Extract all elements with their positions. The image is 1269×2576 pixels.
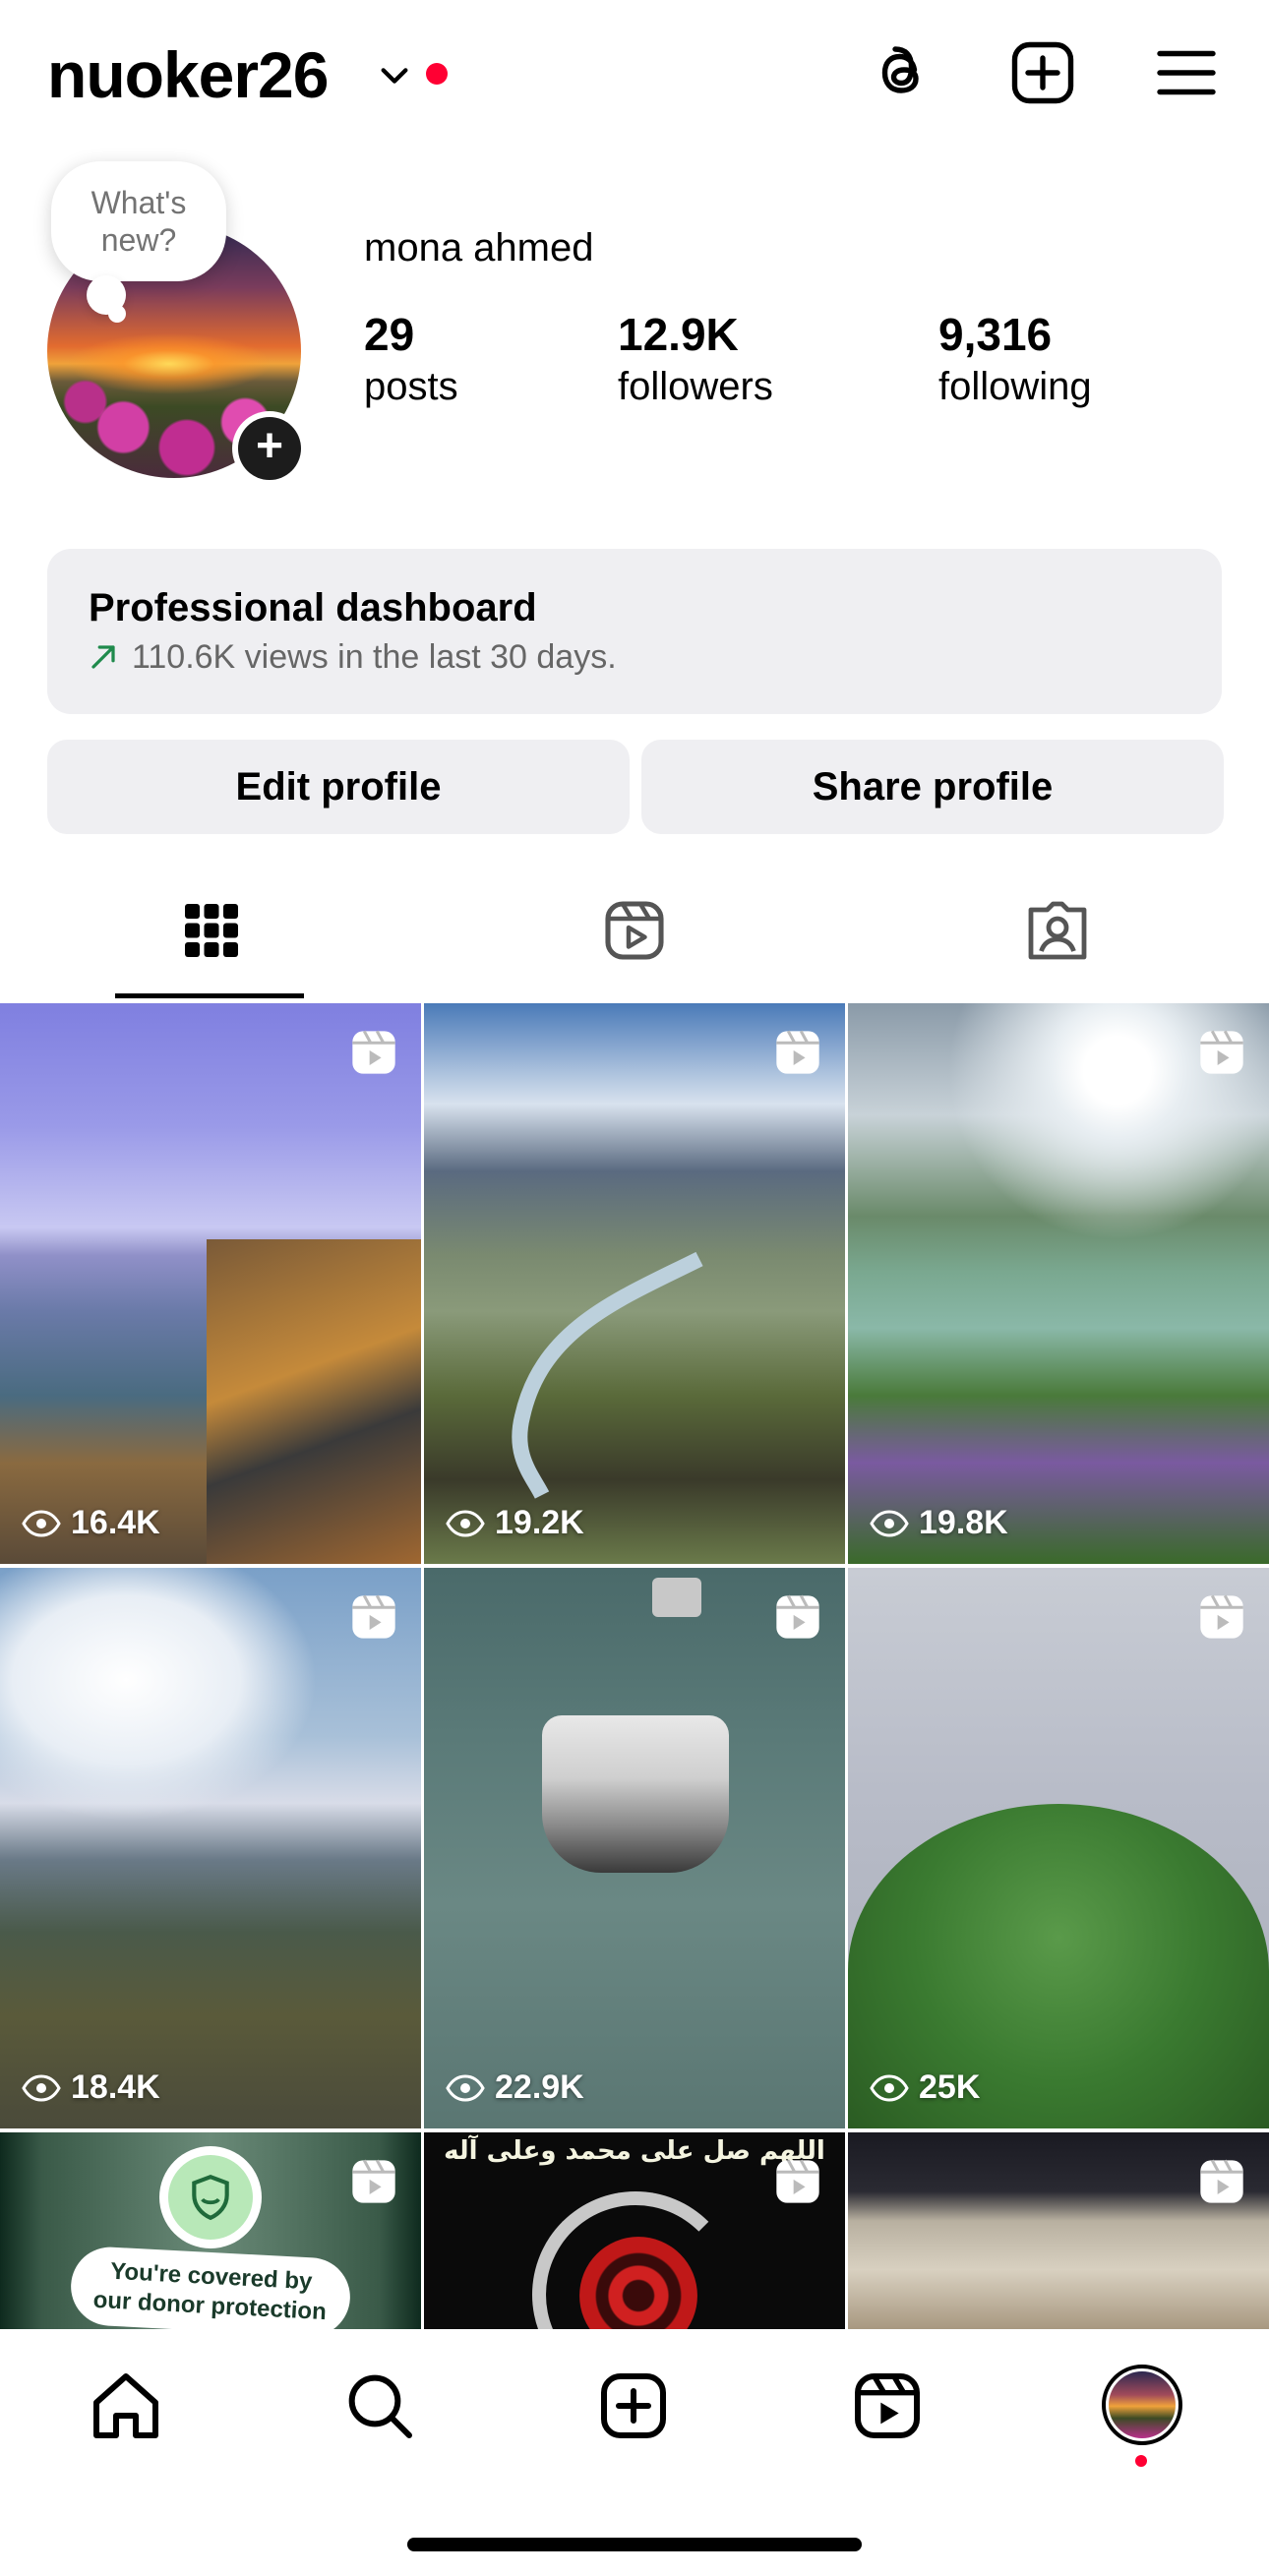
reel-badge-icon bbox=[352, 1030, 395, 1074]
reel-badge-icon bbox=[1200, 1594, 1243, 1639]
followers-count: 12.9K bbox=[618, 309, 739, 360]
account-username[interactable]: nuoker26 bbox=[47, 35, 329, 114]
tab-tagged[interactable] bbox=[846, 862, 1269, 999]
active-tab-indicator bbox=[115, 993, 304, 998]
profile-screen: nuoker26 + What's new? mona ahmed 29 pos… bbox=[0, 0, 1269, 2576]
view-count: 19.2K bbox=[446, 1504, 584, 1542]
view-count: 18.4K bbox=[22, 2068, 160, 2107]
profile-full-name: mona ahmed bbox=[364, 226, 594, 270]
tagged-icon bbox=[1028, 901, 1087, 960]
reel-badge-icon bbox=[1200, 1030, 1243, 1074]
share-profile-button[interactable]: Share profile bbox=[641, 740, 1224, 834]
dashboard-subtitle-row: 110.6K views in the last 30 days. bbox=[89, 635, 1180, 679]
tab-reels[interactable] bbox=[423, 862, 846, 999]
followers-stat[interactable]: 12.9K followers bbox=[618, 307, 773, 411]
post-thumbnail[interactable]: اللهم صل على محمد وعلى آله bbox=[424, 2132, 845, 2329]
tab-posts-grid[interactable] bbox=[0, 862, 423, 999]
view-count: 25K bbox=[870, 2068, 980, 2107]
search-icon[interactable] bbox=[340, 2366, 419, 2445]
grid-icon bbox=[185, 904, 238, 957]
top-bar: nuoker26 bbox=[0, 0, 1269, 148]
trend-up-icon bbox=[91, 645, 115, 669]
post-thumbnail[interactable]: 18.4K bbox=[0, 1568, 421, 2128]
post-thumbnail[interactable]: You're covered by our donor protection bbox=[0, 2132, 421, 2329]
posts-stat[interactable]: 29 posts bbox=[364, 307, 458, 411]
threads-icon[interactable] bbox=[866, 37, 937, 108]
notification-dot bbox=[426, 63, 448, 85]
following-stat[interactable]: 9,316 following bbox=[938, 307, 1092, 411]
view-count: 16.4K bbox=[22, 1504, 160, 1542]
reel-badge-icon bbox=[776, 1594, 819, 1639]
notification-dot bbox=[1135, 2455, 1147, 2467]
eye-icon bbox=[870, 1509, 909, 1537]
posts-label: posts bbox=[364, 365, 458, 408]
plus-icon: + bbox=[238, 417, 301, 480]
view-count: 22.9K bbox=[446, 2068, 584, 2107]
create-icon[interactable] bbox=[594, 2366, 673, 2445]
dashboard-title: Professional dashboard bbox=[89, 586, 537, 629]
shield-icon bbox=[192, 2174, 229, 2221]
followers-label: followers bbox=[618, 365, 773, 408]
post-thumbnail[interactable]: 19.2K bbox=[424, 1003, 845, 1564]
professional-dashboard-card[interactable]: Professional dashboard 110.6K views in t… bbox=[47, 549, 1222, 714]
bubble-tail-small bbox=[108, 305, 126, 323]
reel-badge-icon bbox=[776, 2159, 819, 2203]
reel-badge-icon bbox=[352, 1594, 395, 1639]
add-story-button[interactable]: + bbox=[232, 411, 307, 486]
home-indicator bbox=[407, 2538, 862, 2551]
eye-icon bbox=[22, 2073, 61, 2102]
reels-icon bbox=[605, 901, 664, 960]
home-icon[interactable] bbox=[87, 2366, 165, 2445]
following-label: following bbox=[938, 365, 1092, 408]
chevron-down-icon[interactable] bbox=[378, 59, 411, 92]
profile-avatar[interactable] bbox=[1102, 2365, 1182, 2445]
reels-icon[interactable] bbox=[848, 2366, 927, 2445]
post-thumbnail[interactable]: 22.9K bbox=[424, 1568, 845, 2128]
post-thumbnail[interactable] bbox=[848, 2132, 1269, 2329]
posts-count: 29 bbox=[364, 309, 415, 360]
reel-badge-icon bbox=[352, 2159, 395, 2203]
following-count: 9,316 bbox=[938, 309, 1053, 360]
view-count: 19.8K bbox=[870, 1504, 1008, 1542]
edit-profile-button[interactable]: Edit profile bbox=[47, 740, 630, 834]
eye-icon bbox=[22, 1509, 61, 1537]
protection-label: You're covered by our donor protection bbox=[69, 2245, 352, 2329]
post-thumbnail[interactable]: 25K bbox=[848, 1568, 1269, 2128]
eye-icon bbox=[446, 1509, 485, 1537]
shield-badge bbox=[159, 2146, 262, 2248]
dashboard-subtitle: 110.6K views in the last 30 days. bbox=[132, 638, 617, 676]
create-icon[interactable] bbox=[1007, 37, 1078, 108]
eye-icon bbox=[446, 2073, 485, 2102]
post-thumbnail[interactable]: 16.4K bbox=[0, 1003, 421, 1564]
reel-badge-icon bbox=[1200, 2159, 1243, 2203]
post-thumbnail[interactable]: 19.8K bbox=[848, 1003, 1269, 1564]
reel-badge-icon bbox=[776, 1030, 819, 1074]
whats-new-bubble[interactable]: What's new? bbox=[51, 161, 226, 281]
eye-icon bbox=[870, 2073, 909, 2102]
menu-icon[interactable] bbox=[1151, 37, 1222, 108]
